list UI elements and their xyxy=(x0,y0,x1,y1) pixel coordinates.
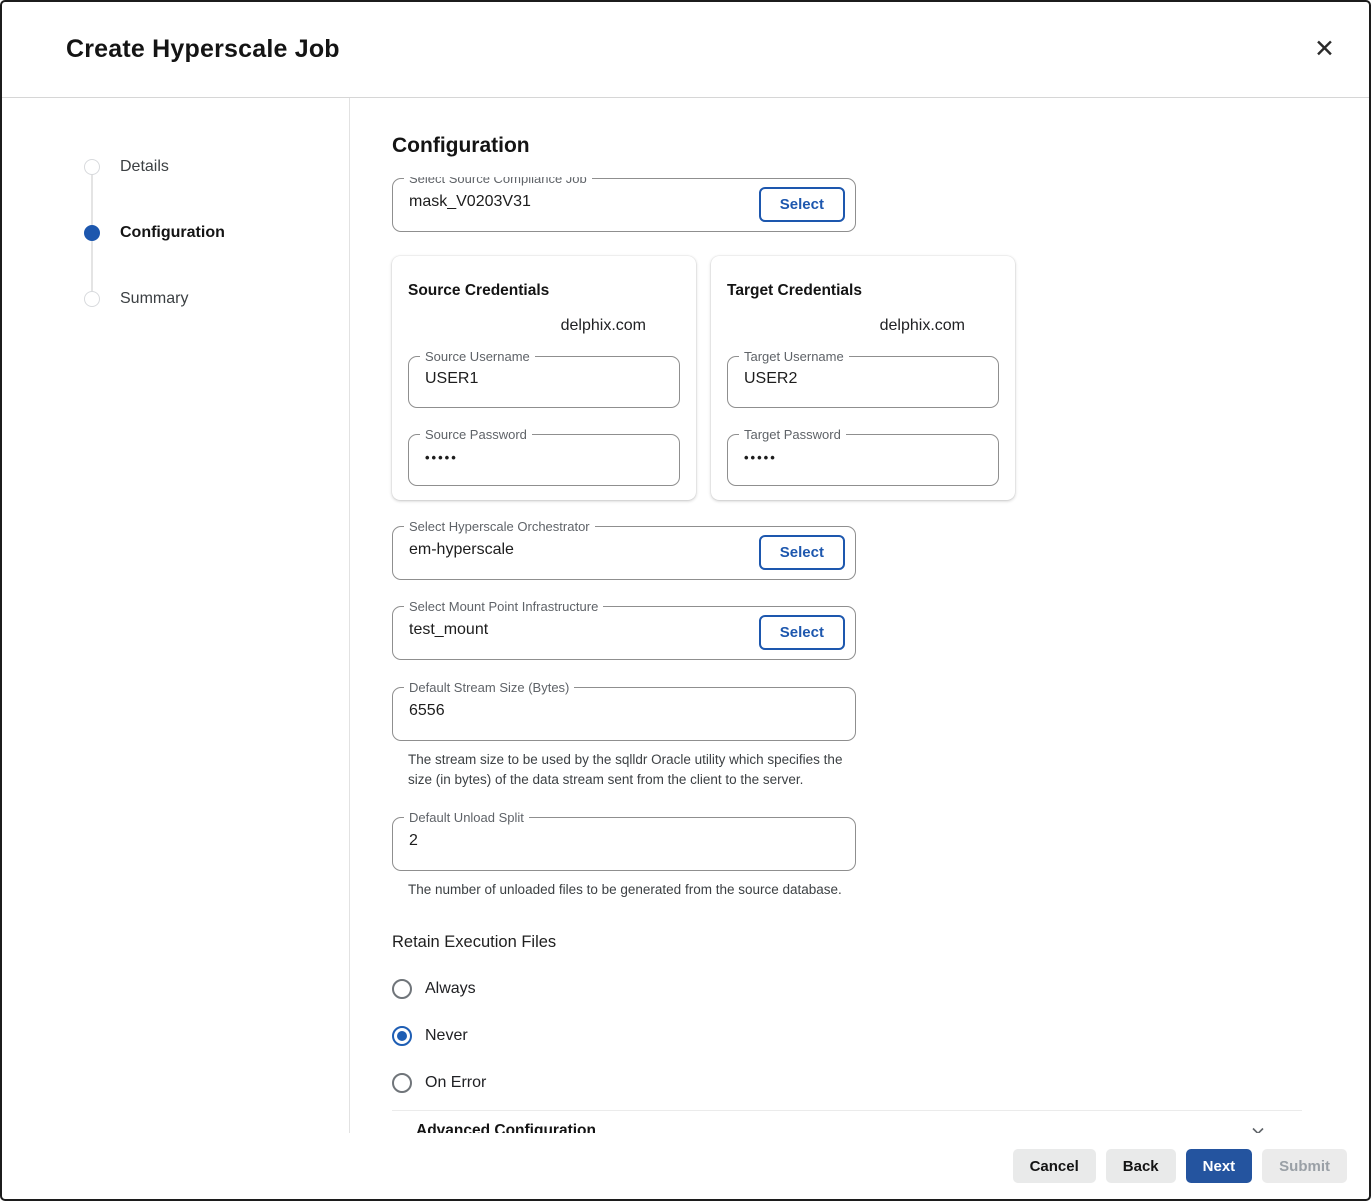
target-username-input[interactable] xyxy=(728,357,998,407)
submit-button[interactable]: Submit xyxy=(1262,1149,1347,1183)
target-credentials-card: Target Credentials delphix.com Target Us… xyxy=(711,256,1015,500)
source-password-field: Source Password xyxy=(408,434,680,486)
stream-size-helper-text: The stream size to be used by the sqlldr… xyxy=(408,750,850,790)
step-circle-active-icon xyxy=(84,225,100,241)
step-circle-icon xyxy=(84,291,100,307)
target-domain: delphix.com xyxy=(727,317,999,335)
source-password-input[interactable] xyxy=(409,435,679,485)
radio-circle-icon xyxy=(392,1026,412,1046)
source-username-input[interactable] xyxy=(409,357,679,407)
step-label: Details xyxy=(120,158,169,176)
unload-split-field: Default Unload Split xyxy=(392,817,856,871)
target-password-input[interactable] xyxy=(728,435,998,485)
wizard-stepper-panel: Details Configuration Summary xyxy=(2,98,350,1133)
stream-size-input[interactable] xyxy=(393,688,855,740)
close-icon[interactable]: ✕ xyxy=(1308,31,1341,68)
step-label: Configuration xyxy=(120,224,225,242)
radio-label: Never xyxy=(425,1027,468,1045)
step-circle-icon xyxy=(84,159,100,175)
stepper-item-summary[interactable]: Summary xyxy=(84,290,349,308)
radio-on-error[interactable]: On Error xyxy=(392,1073,612,1093)
source-username-field: Source Username xyxy=(408,356,680,408)
next-button[interactable]: Next xyxy=(1186,1149,1253,1183)
advanced-configuration-toggle[interactable]: Advanced Configuration xyxy=(392,1110,1302,1133)
source-credentials-card: Source Credentials delphix.com Source Us… xyxy=(392,256,696,500)
radio-never[interactable]: Never xyxy=(392,1026,612,1046)
credentials-row: Source Credentials delphix.com Source Us… xyxy=(392,256,1369,500)
unload-split-helper-text: The number of unloaded files to be gener… xyxy=(408,880,850,900)
step-label: Summary xyxy=(120,290,188,308)
radio-circle-icon xyxy=(392,1073,412,1093)
dialog-header: Create Hyperscale Job ✕ xyxy=(2,2,1369,98)
radio-label: On Error xyxy=(425,1074,486,1092)
dialog-footer: Cancel Back Next Submit xyxy=(2,1133,1369,1199)
target-credentials-title: Target Credentials xyxy=(727,282,999,300)
target-username-field: Target Username xyxy=(727,356,999,408)
radio-always[interactable]: Always xyxy=(392,979,612,999)
back-button[interactable]: Back xyxy=(1106,1149,1176,1183)
stepper-item-configuration[interactable]: Configuration xyxy=(84,224,349,242)
compliance-job-field: Select Source Compliance Job Select xyxy=(392,178,856,232)
orchestrator-field: Select Hyperscale Orchestrator Select xyxy=(392,526,856,580)
dialog-body: Details Configuration Summary Configurat… xyxy=(2,98,1369,1133)
mount-point-field: Select Mount Point Infrastructure Select xyxy=(392,606,856,660)
advanced-configuration-title: Advanced Configuration xyxy=(416,1122,596,1133)
target-password-field: Target Password xyxy=(727,434,999,486)
page-title: Configuration xyxy=(392,134,1369,158)
chevron-down-icon xyxy=(1250,1123,1266,1133)
orchestrator-select-button[interactable]: Select xyxy=(759,535,845,570)
stream-size-field: Default Stream Size (Bytes) xyxy=(392,687,856,741)
stepper-item-details[interactable]: Details xyxy=(84,158,349,176)
source-domain: delphix.com xyxy=(408,317,680,335)
create-hyperscale-job-dialog: { "dialog": { "title": "Create Hyperscal… xyxy=(0,0,1371,1201)
stepper: Details Configuration Summary xyxy=(84,158,349,308)
source-credentials-title: Source Credentials xyxy=(408,282,680,300)
cancel-button[interactable]: Cancel xyxy=(1013,1149,1096,1183)
radio-label: Always xyxy=(425,980,476,998)
dialog-title: Create Hyperscale Job xyxy=(66,35,340,64)
mount-point-select-button[interactable]: Select xyxy=(759,615,845,650)
compliance-job-select-button[interactable]: Select xyxy=(759,187,845,222)
unload-split-input[interactable] xyxy=(393,818,855,870)
radio-circle-icon xyxy=(392,979,412,999)
configuration-form: Configuration Select Source Compliance J… xyxy=(350,98,1369,1133)
retain-execution-files-label: Retain Execution Files xyxy=(392,933,1369,952)
